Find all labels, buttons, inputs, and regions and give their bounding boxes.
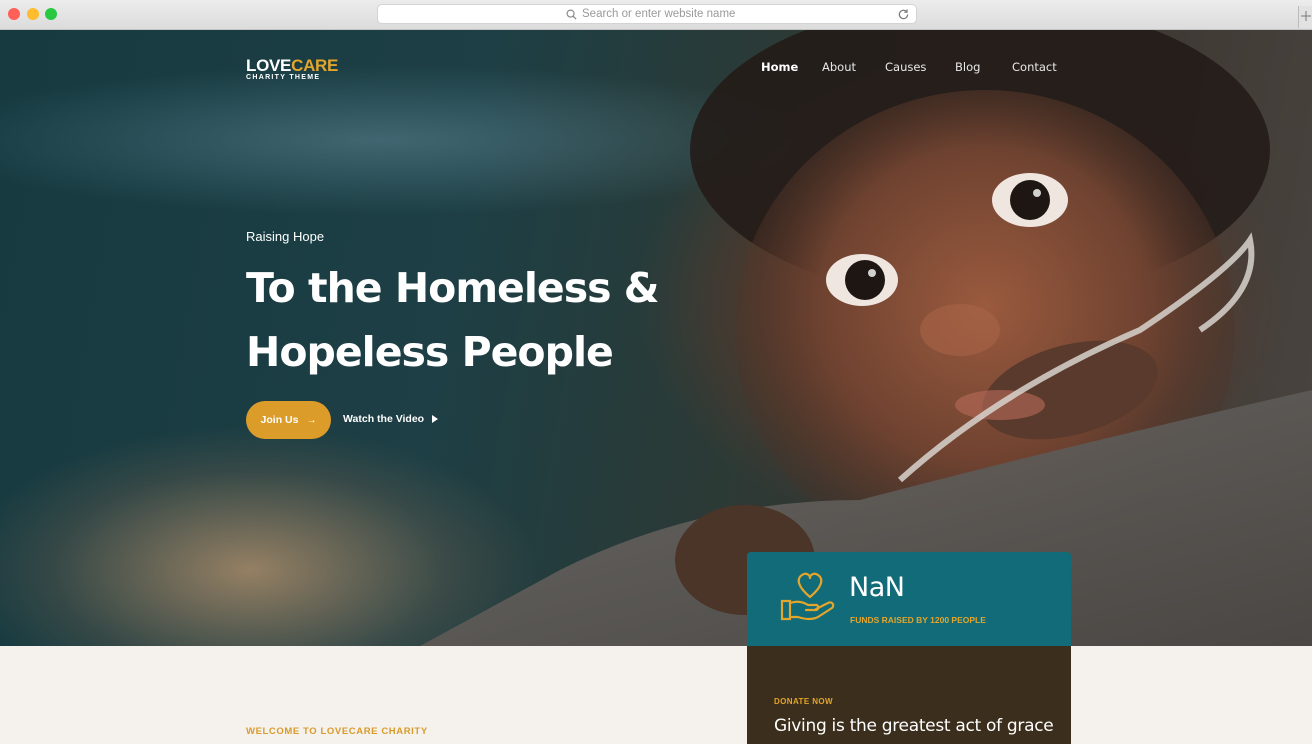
hero-section: LOVECARE CHARITY THEME Home About Causes… [0,30,1312,646]
donate-title: Giving is the greatest act of grace [774,716,1054,736]
zoom-window-button[interactable] [45,8,57,20]
address-bar-placeholder: Search or enter website name [582,8,736,20]
hero-headline: To the Homeless & Hopeless People [246,256,666,384]
join-us-button[interactable]: Join Us → [246,401,331,439]
donate-card: DONATE NOW Giving is the greatest act of… [747,646,1071,744]
play-icon [432,415,439,423]
welcome-label: WELCOME TO LOVECARE CHARITY [246,726,428,737]
funds-raised-card: NaN FUNDS RAISED BY 1200 PEOPLE [747,552,1071,646]
funds-caption: FUNDS RAISED BY 1200 PEOPLE [850,615,986,625]
hero-headline-line2: Hopeless People [246,328,614,376]
address-bar[interactable]: Search or enter website name [377,4,917,24]
reload-icon[interactable] [897,8,910,21]
browser-chrome: Search or enter website name [0,0,1312,30]
plus-icon [1301,11,1311,21]
nav-item-blog[interactable]: Blog [955,60,980,74]
new-tab-button[interactable] [1298,6,1312,28]
join-us-label: Join Us [260,414,299,426]
minimize-window-button[interactable] [27,8,39,20]
donate-eyebrow: DONATE NOW [774,697,833,706]
search-icon [566,9,577,20]
close-window-button[interactable] [8,8,20,20]
nav-item-about[interactable]: About [822,60,856,74]
nav-item-contact[interactable]: Contact [1012,60,1057,74]
nav-item-causes[interactable]: Causes [885,60,926,74]
hero-headline-line1: To the Homeless & [246,264,660,312]
arrow-right-icon: → [306,414,317,426]
funds-amount: NaN [849,572,905,603]
main-nav: Home About Causes Blog Contact [0,60,1312,76]
watch-video-label: Watch the Video [343,413,425,425]
hero-eyebrow: Raising Hope [246,229,325,244]
watch-video-link[interactable]: Watch the Video [343,413,439,425]
hand-heart-icon [780,572,835,621]
nav-item-home[interactable]: Home [761,60,798,74]
welcome-section: WELCOME TO LOVECARE CHARITY DONATE NOW G… [0,646,1312,744]
